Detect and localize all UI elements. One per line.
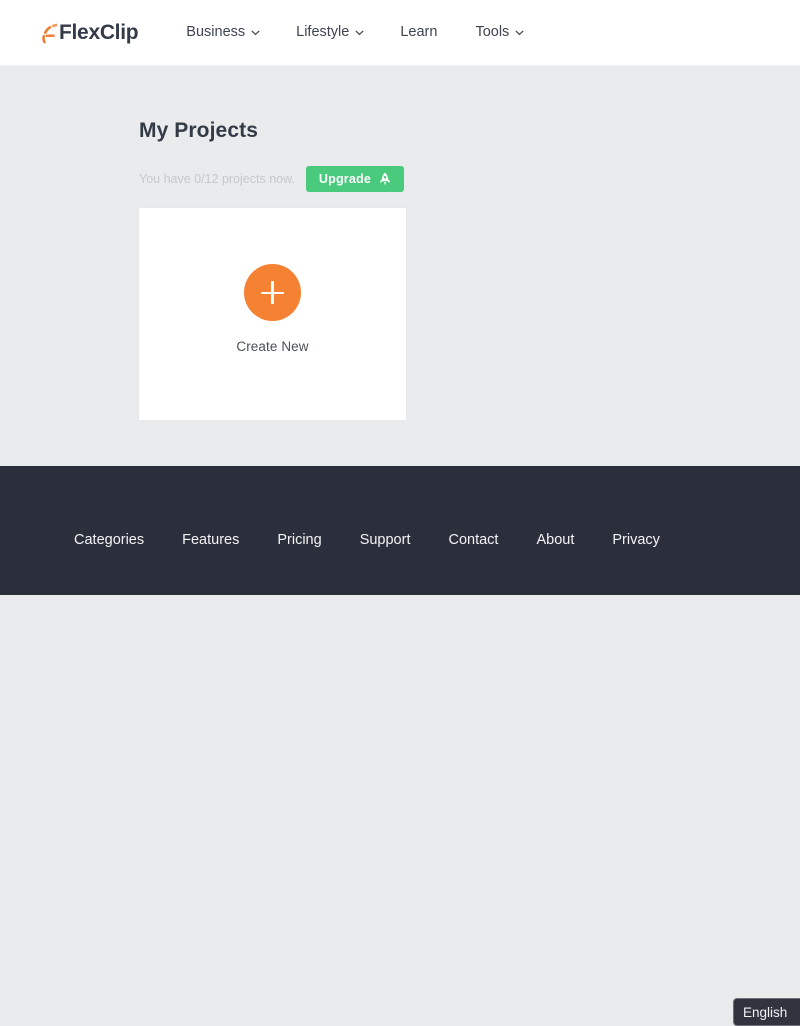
footer-link-pricing[interactable]: Pricing bbox=[277, 532, 321, 548]
project-quota-text: You have 0/12 projects now. bbox=[139, 171, 295, 186]
projects-grid: Create New bbox=[139, 208, 800, 420]
nav-item-lifestyle-label: Lifestyle bbox=[296, 24, 350, 41]
quota-row: You have 0/12 projects now. Upgrade bbox=[139, 166, 800, 192]
language-selector-value: English bbox=[743, 1004, 788, 1020]
footer-link-about[interactable]: About bbox=[536, 532, 574, 548]
footer-link-contact[interactable]: Contact bbox=[448, 532, 498, 548]
nav-item-learn[interactable]: Learn bbox=[400, 25, 437, 40]
plus-glyph bbox=[261, 281, 284, 304]
create-new-card[interactable]: Create New bbox=[139, 208, 406, 420]
footer-link-features[interactable]: Features bbox=[182, 532, 239, 548]
chevron-down-icon bbox=[515, 30, 524, 36]
footer-navigation: Categories Features Pricing Support Cont… bbox=[74, 532, 660, 548]
nav-item-learn-label: Learn bbox=[400, 24, 438, 41]
rocket-icon bbox=[379, 172, 391, 186]
nav-item-business-label: Business bbox=[186, 24, 246, 41]
plus-icon bbox=[244, 264, 301, 321]
main-navigation: Business Lifestyle Learn Tools bbox=[186, 25, 524, 40]
footer-link-categories[interactable]: Categories bbox=[74, 532, 144, 548]
projects-page: My Projects You have 0/12 projects now. … bbox=[0, 66, 800, 466]
create-new-label: Create New bbox=[236, 339, 309, 354]
page-title: My Projects bbox=[139, 119, 258, 142]
brand-name: FlexClip bbox=[59, 21, 139, 44]
nav-item-lifestyle[interactable]: Lifestyle bbox=[296, 25, 364, 40]
upgrade-button-label: Upgrade bbox=[318, 172, 372, 186]
nav-item-business[interactable]: Business bbox=[186, 25, 260, 40]
footer-link-privacy[interactable]: Privacy bbox=[612, 532, 660, 548]
site-footer: Categories Features Pricing Support Cont… bbox=[0, 466, 800, 1026]
footer-link-support[interactable]: Support bbox=[360, 532, 411, 548]
chevron-down-icon bbox=[355, 30, 364, 36]
site-header: FlexClip Business Lifestyle Learn Tools bbox=[0, 0, 800, 66]
upgrade-button[interactable]: Upgrade bbox=[305, 166, 405, 192]
brand-logo[interactable]: FlexClip bbox=[41, 21, 139, 44]
nav-item-tools-label: Tools bbox=[475, 24, 510, 41]
flexclip-f-mark-icon bbox=[41, 22, 58, 44]
nav-item-tools[interactable]: Tools bbox=[475, 25, 524, 40]
language-selector[interactable]: English bbox=[733, 998, 800, 1026]
chevron-down-icon bbox=[251, 30, 260, 36]
